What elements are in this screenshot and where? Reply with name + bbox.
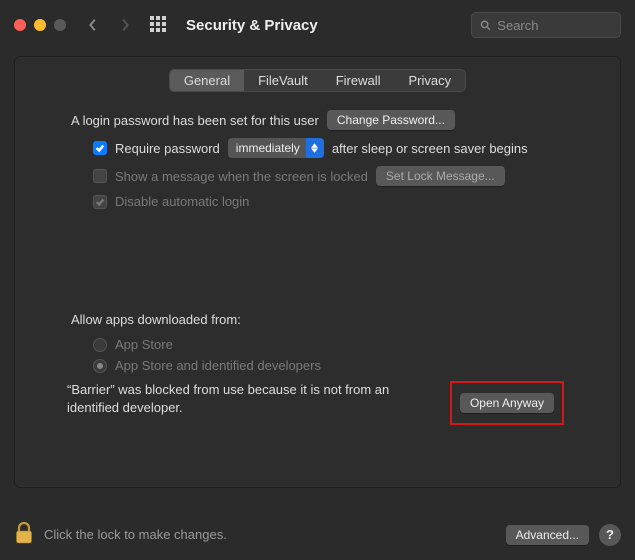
allow-identified-radio: [93, 359, 107, 373]
window-title: Security & Privacy: [186, 17, 318, 34]
forward-button[interactable]: [114, 13, 136, 37]
search-field[interactable]: [471, 12, 621, 38]
disable-auto-login-label: Disable automatic login: [115, 194, 249, 209]
zoom-window-button[interactable]: [54, 19, 66, 31]
tab-general[interactable]: General: [170, 70, 244, 91]
back-button[interactable]: [82, 13, 104, 37]
window-controls: [14, 19, 66, 31]
help-button[interactable]: ?: [599, 524, 621, 546]
set-lock-message-button: Set Lock Message...: [376, 166, 505, 186]
search-input[interactable]: [497, 18, 612, 33]
minimize-window-button[interactable]: [34, 19, 46, 31]
show-message-checkbox: [93, 169, 107, 183]
footer: Click the lock to make changes. Advanced…: [14, 521, 621, 548]
allow-identified-label: App Store and identified developers: [115, 358, 321, 373]
require-password-delay-select[interactable]: immediately: [228, 138, 324, 158]
check-icon: [95, 143, 105, 153]
allow-apps-title: Allow apps downloaded from:: [71, 312, 564, 327]
delay-value: immediately: [236, 141, 300, 155]
login-password-text: A login password has been set for this u…: [71, 113, 319, 128]
lock-hint-text: Click the lock to make changes.: [44, 527, 227, 542]
general-content: A login password has been set for this u…: [35, 110, 600, 425]
toolbar: Security & Privacy: [0, 0, 635, 50]
close-window-button[interactable]: [14, 19, 26, 31]
disable-auto-login-checkbox: [93, 195, 107, 209]
after-sleep-label: after sleep or screen saver begins: [332, 141, 528, 156]
open-anyway-button[interactable]: Open Anyway: [460, 393, 554, 413]
allow-appstore-radio: [93, 338, 107, 352]
tab-bar: General FileVault Firewall Privacy: [35, 69, 600, 92]
tab-privacy[interactable]: Privacy: [395, 70, 466, 91]
check-icon: [95, 197, 105, 207]
change-password-button[interactable]: Change Password...: [327, 110, 455, 130]
updown-icon: [306, 138, 324, 158]
require-password-label: Require password: [115, 141, 220, 156]
search-icon: [480, 19, 491, 32]
show-message-label: Show a message when the screen is locked: [115, 169, 368, 184]
tab-filevault[interactable]: FileVault: [244, 70, 322, 91]
tab-firewall[interactable]: Firewall: [322, 70, 395, 91]
require-password-checkbox[interactable]: [93, 141, 107, 155]
open-anyway-highlight: Open Anyway: [450, 381, 564, 425]
show-all-icon[interactable]: [150, 16, 168, 34]
advanced-button[interactable]: Advanced...: [506, 525, 589, 545]
lock-icon[interactable]: [14, 521, 34, 548]
blocked-app-message: “Barrier” was blocked from use because i…: [67, 381, 436, 416]
allow-appstore-label: App Store: [115, 337, 173, 352]
main-panel: General FileVault Firewall Privacy A log…: [14, 56, 621, 488]
